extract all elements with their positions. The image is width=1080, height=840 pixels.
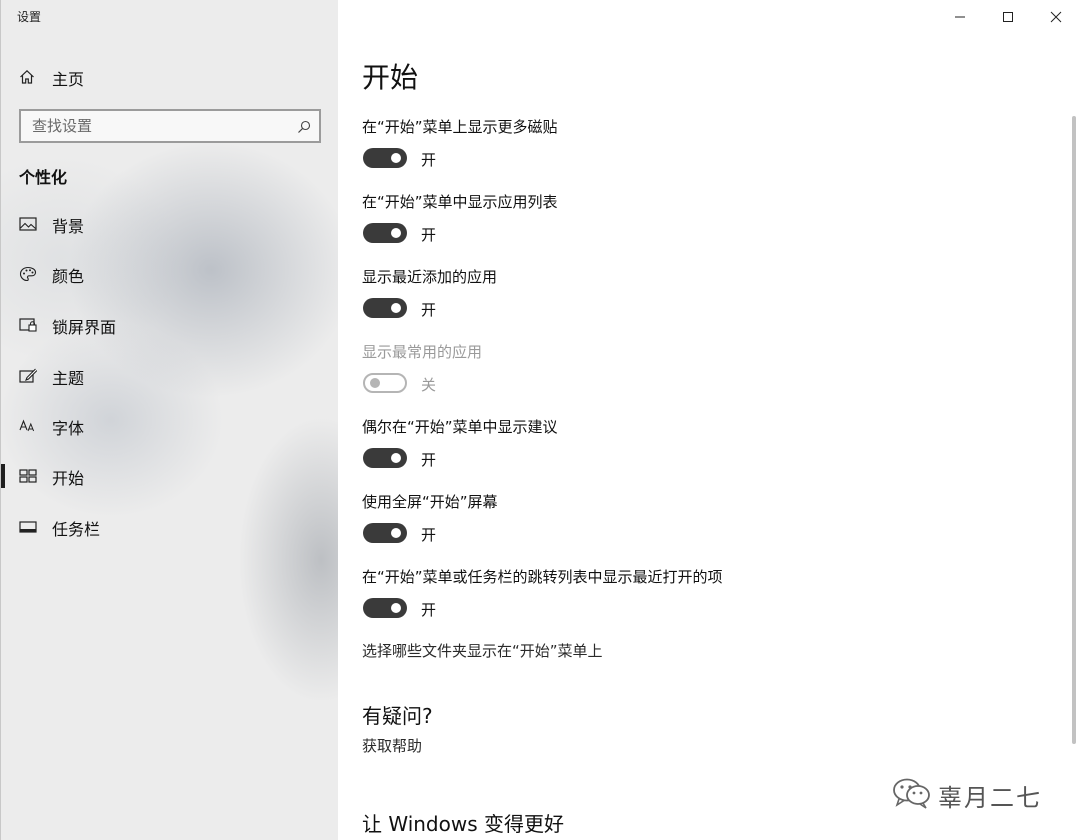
font-icon [19, 418, 37, 434]
lock-screen-icon [19, 317, 37, 333]
choose-folders-link[interactable]: 选择哪些文件夹显示在“开始”菜单上 [362, 640, 603, 661]
minimize-button[interactable] [936, 0, 982, 32]
toggle-state: 开 [421, 151, 437, 169]
sidebar: 设置 主页 个性化 背景 颜色 [0, 0, 338, 840]
toggle-switch [363, 373, 407, 393]
toggle-switch[interactable] [363, 598, 407, 618]
close-button[interactable] [1032, 0, 1078, 32]
setting-label: 在“开始”菜单或任务栏的跳转列表中显示最近打开的项 [362, 568, 723, 586]
sidebar-item-label: 主页 [52, 70, 85, 89]
toggle-switch[interactable] [363, 448, 407, 468]
toggle-switch[interactable] [363, 223, 407, 243]
wechat-icon [892, 776, 932, 814]
toggle-knob [391, 603, 401, 613]
taskbar-icon [19, 519, 37, 535]
picture-icon [19, 216, 37, 232]
sidebar-item-label: 背景 [52, 217, 85, 236]
setting-app-list: 在“开始”菜单中显示应用列表 开 [362, 191, 1062, 261]
setting-more-tiles: 在“开始”菜单上显示更多磁贴 开 [362, 116, 1062, 186]
improve-windows-heading: 让 Windows 变得更好 [362, 812, 564, 836]
sidebar-item-themes[interactable]: 主题 [1, 358, 339, 394]
sidebar-item-start[interactable]: 开始 [1, 458, 339, 494]
search-icon[interactable] [297, 119, 311, 133]
sidebar-item-colors[interactable]: 颜色 [1, 256, 339, 292]
setting-suggestions: 偶尔在“开始”菜单中显示建议 开 [362, 416, 1062, 486]
sidebar-item-home[interactable]: 主页 [1, 60, 339, 94]
toggle-switch[interactable] [363, 523, 407, 543]
setting-most-used: 显示最常用的应用 关 [362, 341, 1062, 411]
setting-jump-list-recent: 在“开始”菜单或任务栏的跳转列表中显示最近打开的项 开 [362, 566, 1062, 636]
maximize-button[interactable] [984, 0, 1030, 32]
palette-icon [19, 266, 37, 282]
sidebar-item-label: 主题 [52, 369, 85, 388]
search-box[interactable] [19, 109, 321, 143]
sidebar-item-label: 开始 [52, 469, 85, 488]
sidebar-item-label: 任务栏 [52, 520, 101, 539]
toggle-state: 关 [421, 376, 437, 394]
setting-full-screen-start: 使用全屏“开始”屏幕 开 [362, 491, 1062, 561]
home-icon [19, 69, 35, 85]
section-heading-personalization: 个性化 [19, 168, 68, 187]
toggle-knob [391, 153, 401, 163]
close-icon [1050, 11, 1062, 23]
setting-label: 在“开始”菜单中显示应用列表 [362, 193, 558, 211]
setting-label: 在“开始”菜单上显示更多磁贴 [362, 118, 558, 136]
setting-recently-added: 显示最近添加的应用 开 [362, 266, 1062, 336]
scrollbar[interactable] [1072, 116, 1076, 744]
get-help-link[interactable]: 获取帮助 [362, 735, 422, 756]
setting-label: 显示最近添加的应用 [362, 268, 498, 286]
setting-label: 使用全屏“开始”屏幕 [362, 493, 498, 511]
sidebar-item-background[interactable]: 背景 [1, 206, 339, 242]
toggle-state: 开 [421, 601, 437, 619]
toggle-state: 开 [421, 301, 437, 319]
toggle-switch[interactable] [363, 298, 407, 318]
toggle-state: 开 [421, 226, 437, 244]
theme-brush-icon [19, 368, 38, 384]
maximize-icon [1003, 12, 1013, 22]
sidebar-item-taskbar[interactable]: 任务栏 [1, 509, 339, 545]
toggle-knob [391, 228, 401, 238]
toggle-state: 开 [421, 451, 437, 469]
sidebar-item-label: 字体 [52, 419, 85, 438]
toggle-knob [391, 303, 401, 313]
toggle-state: 开 [421, 526, 437, 544]
toggle-knob [391, 528, 401, 538]
question-heading: 有疑问? [362, 704, 433, 728]
sidebar-item-label: 颜色 [52, 267, 85, 286]
watermark-text: 辜月二七 [938, 784, 1042, 812]
toggle-switch[interactable] [363, 148, 407, 168]
setting-label: 显示最常用的应用 [362, 343, 483, 361]
watermark: 辜月二七 [888, 770, 1058, 816]
search-input[interactable] [21, 111, 292, 141]
page-title: 开始 [362, 61, 419, 94]
toggle-knob [391, 453, 401, 463]
settings-window: 设置 主页 个性化 背景 颜色 [0, 0, 1080, 840]
main-content: 开始 在“开始”菜单上显示更多磁贴 开 在“开始”菜单中显示应用列表 开 显示最… [338, 0, 1080, 840]
minimize-icon [955, 16, 965, 18]
toggle-knob [370, 378, 380, 388]
active-indicator [1, 464, 5, 488]
sidebar-item-fonts[interactable]: 字体 [1, 408, 339, 444]
setting-label: 偶尔在“开始”菜单中显示建议 [362, 418, 558, 436]
sidebar-item-label: 锁屏界面 [52, 318, 117, 337]
window-title: 设置 [17, 10, 42, 24]
sidebar-item-lock-screen[interactable]: 锁屏界面 [1, 307, 339, 343]
start-tiles-icon [19, 468, 37, 484]
